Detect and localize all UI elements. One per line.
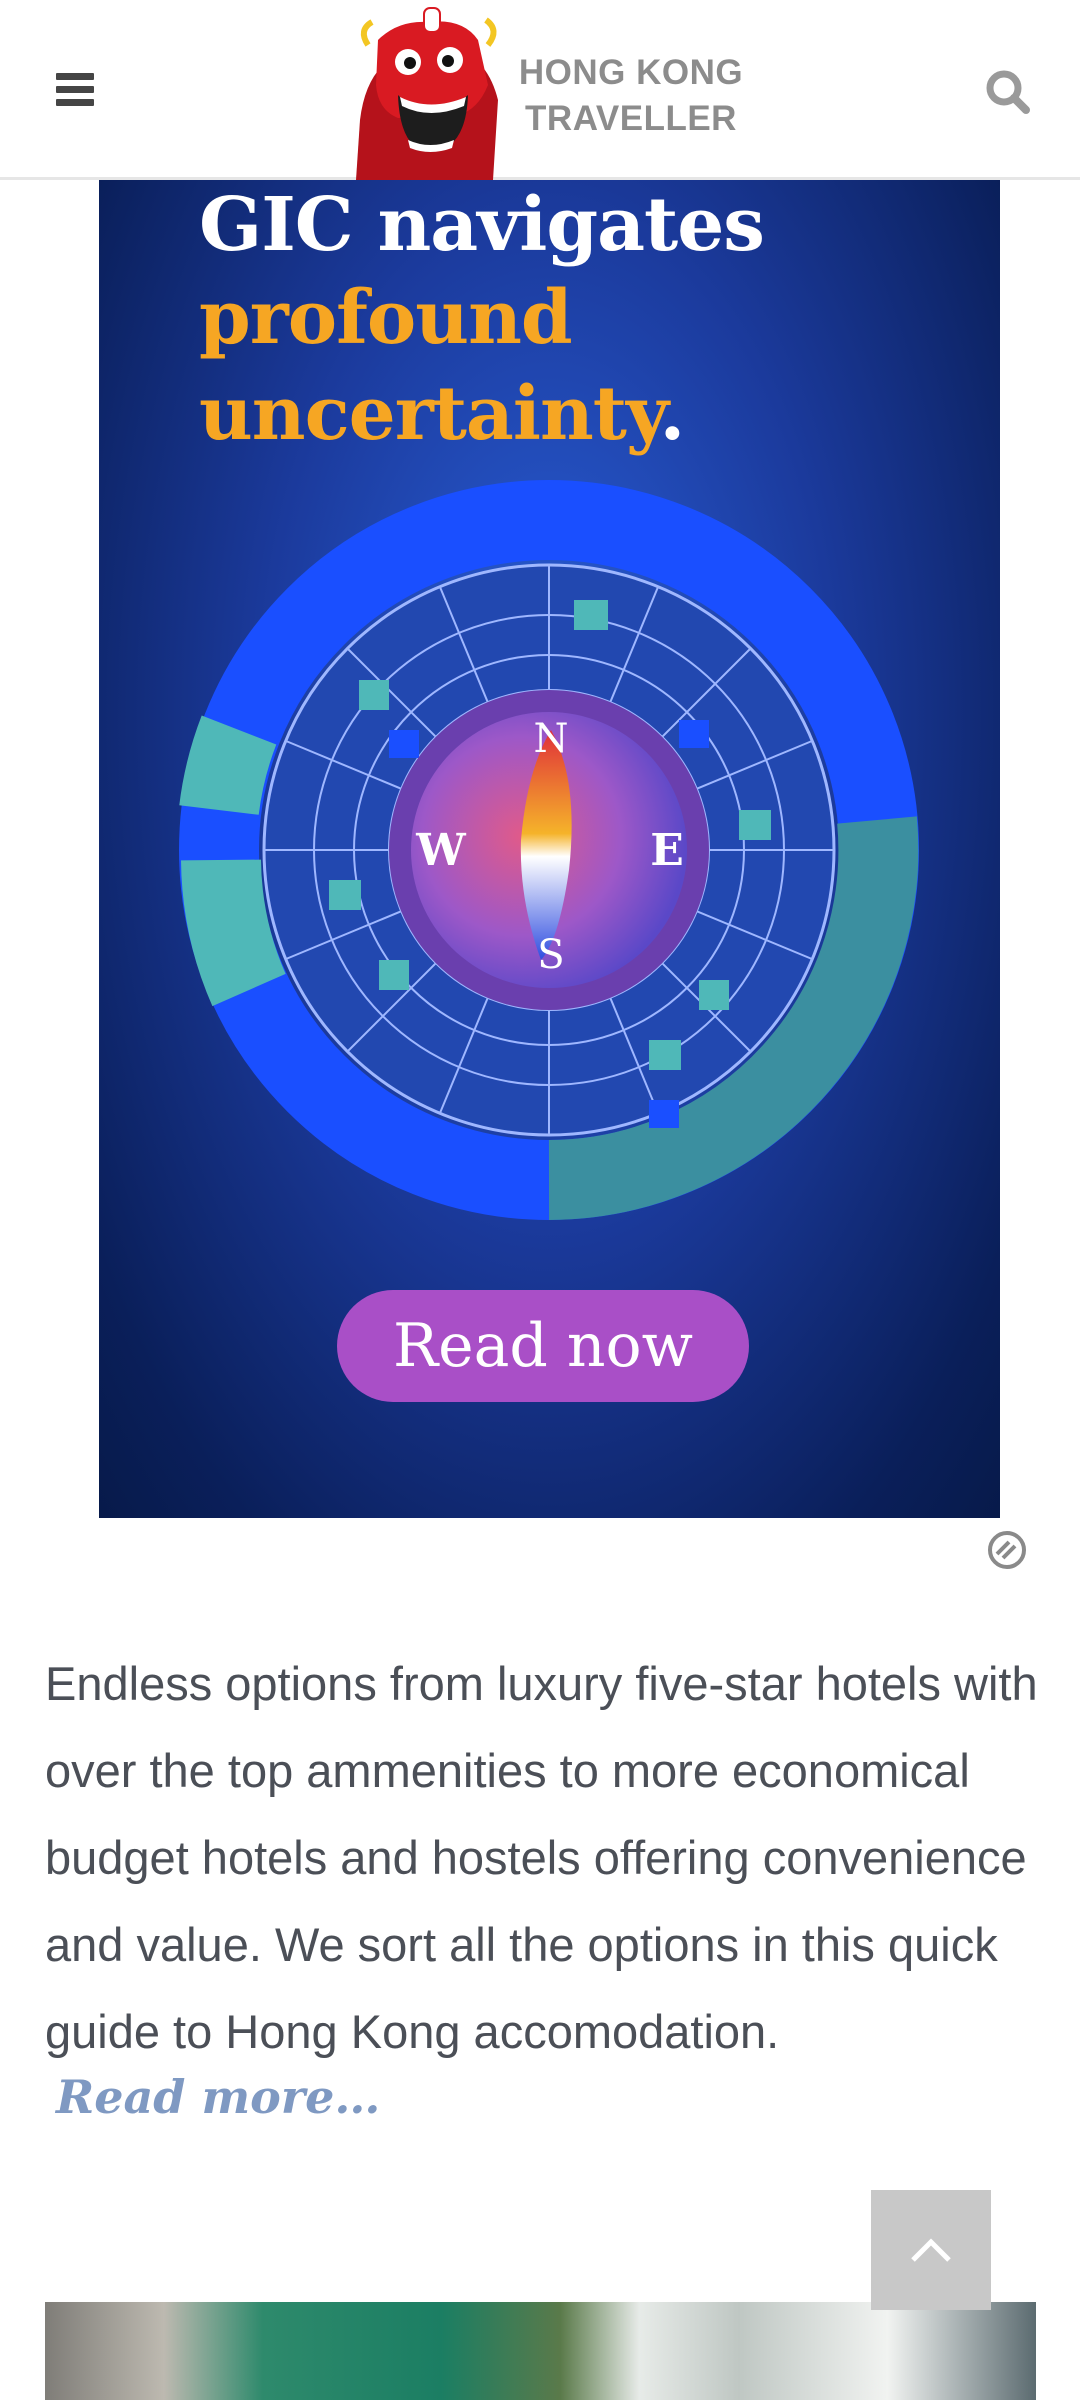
ad-headline-line2: profound: [199, 275, 573, 361]
compass-east-label: E: [650, 825, 684, 876]
lion-dance-icon: [356, 7, 498, 180]
compass-south-label: S: [537, 932, 564, 978]
site-header: HONG KONG TRAVELLER: [0, 0, 1080, 180]
logo-text: HONG KONG TRAVELLER: [506, 50, 756, 142]
read-now-button[interactable]: Read now: [337, 1290, 749, 1402]
search-icon[interactable]: [980, 64, 1040, 120]
back-to-top-button[interactable]: [871, 2190, 991, 2310]
logo-line2: TRAVELLER: [525, 99, 737, 138]
compass-west-label: W: [415, 825, 466, 876]
advertisement-banner[interactable]: GIC navigates profound uncertainty. N W …: [99, 180, 1000, 1518]
article-photo[interactable]: [45, 2302, 1036, 2400]
site-logo[interactable]: HONG KONG TRAVELLER: [338, 0, 758, 180]
compass-north-label: N: [534, 716, 569, 762]
hamburger-menu-icon[interactable]: [40, 60, 110, 120]
compass-ring-graphic: N W E S: [179, 480, 919, 1220]
article-excerpt: Endless options from luxury five-star ho…: [45, 1657, 1038, 2058]
ad-headline-line1: GIC navigates: [199, 182, 765, 268]
adchoices-icon[interactable]: [985, 1528, 1029, 1572]
logo-line1: HONG KONG: [518, 53, 744, 92]
read-more-link[interactable]: Read more…: [56, 2070, 380, 2124]
chevron-up-icon: [911, 2238, 951, 2262]
ad-headline-line3: uncertainty.: [199, 371, 685, 457]
ad-headline: GIC navigates profound uncertainty.: [199, 180, 959, 462]
